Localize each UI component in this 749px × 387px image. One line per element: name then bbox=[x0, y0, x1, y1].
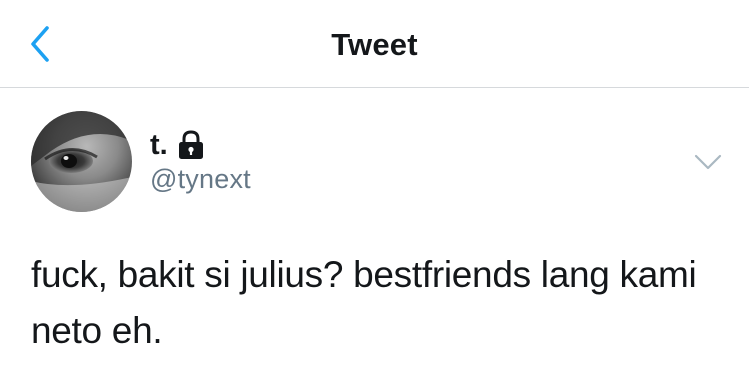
avatar[interactable] bbox=[31, 111, 132, 212]
top-bar: Tweet bbox=[0, 0, 749, 88]
tweet-text: fuck, bakit si julius? bestfriends lang … bbox=[31, 254, 697, 351]
tweet-menu-button[interactable] bbox=[693, 152, 723, 172]
author-info[interactable]: t. @tynext bbox=[150, 127, 251, 195]
display-name[interactable]: t. bbox=[150, 129, 168, 162]
lock-icon bbox=[177, 130, 205, 160]
author-handle[interactable]: @tynext bbox=[150, 164, 251, 195]
chevron-down-icon bbox=[693, 152, 723, 172]
page-title: Tweet bbox=[331, 27, 418, 62]
display-name-row: t. bbox=[150, 127, 251, 163]
